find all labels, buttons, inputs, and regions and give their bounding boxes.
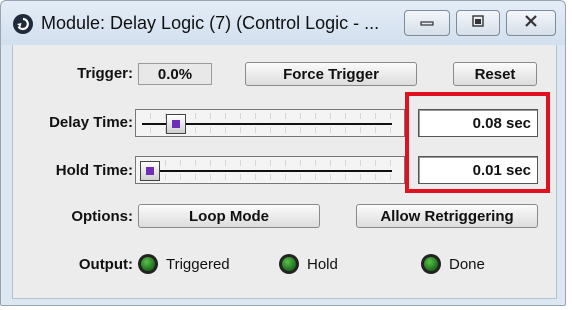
- delay-time-slider[interactable]: [135, 109, 405, 137]
- force-trigger-button[interactable]: Force Trigger: [245, 62, 417, 86]
- maximize-button[interactable]: [456, 10, 500, 36]
- delay-time-label: Delay Time:: [49, 114, 133, 131]
- thumb-indicator: [172, 120, 180, 128]
- done-led-label: Done: [449, 256, 485, 273]
- thumb-indicator: [146, 167, 154, 175]
- delay-slider-thumb[interactable]: [166, 114, 186, 134]
- loop-mode-button[interactable]: Loop Mode: [138, 204, 320, 228]
- reset-button[interactable]: Reset: [453, 62, 537, 86]
- triggered-led-label: Triggered: [166, 256, 230, 273]
- hold-time-slider[interactable]: [135, 156, 405, 184]
- options-label: Options:: [71, 208, 133, 225]
- minimize-button[interactable]: [404, 10, 450, 36]
- close-button[interactable]: [506, 10, 556, 36]
- slider-ticks: [136, 174, 404, 180]
- module-icon[interactable]: [13, 14, 33, 34]
- maximize-icon: [469, 14, 487, 33]
- trigger-value: 0.0%: [138, 63, 212, 85]
- close-icon: [522, 14, 540, 33]
- slider-track: [142, 170, 392, 172]
- title-bar[interactable]: Module: Delay Logic (7) (Control Logic -…: [1, 1, 565, 45]
- hold-time-label: Hold Time:: [55, 162, 133, 179]
- slider-ticks: [136, 160, 404, 166]
- allow-retriggering-button[interactable]: Allow Retriggering: [356, 204, 538, 228]
- hold-led-icon: [279, 254, 299, 274]
- done-led-icon: [421, 254, 441, 274]
- highlight-box: [405, 92, 550, 193]
- triggered-led-icon: [138, 254, 158, 274]
- output-label: Output:: [78, 256, 133, 273]
- hold-led-label: Hold: [307, 256, 338, 273]
- hold-slider-thumb[interactable]: [140, 161, 160, 181]
- trigger-label: Trigger:: [77, 65, 133, 82]
- window-title: Module: Delay Logic (7) (Control Logic -…: [41, 13, 380, 33]
- minimize-icon: [418, 14, 436, 32]
